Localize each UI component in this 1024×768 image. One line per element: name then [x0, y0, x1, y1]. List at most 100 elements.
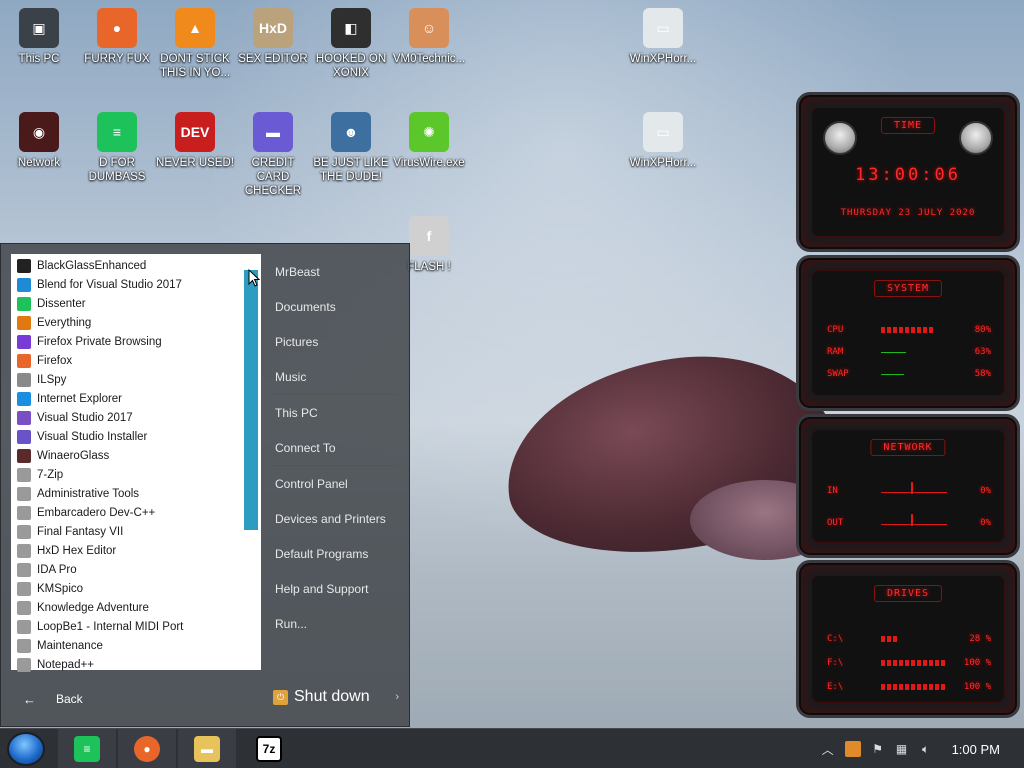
program-label: Dissenter: [37, 297, 86, 310]
desktop-icon[interactable]: ▭ WinXPHorr...: [624, 8, 702, 66]
flag-icon[interactable]: ⚑: [867, 738, 889, 760]
desktop-icon[interactable]: ≡ D FOR DUMBASS: [78, 112, 156, 184]
program-list: BlackGlassEnhanced Blend for Visual Studi…: [11, 254, 261, 672]
program-list-item[interactable]: LoopBe1 - Internal MIDI Port: [11, 617, 261, 636]
program-label: Administrative Tools: [37, 487, 140, 500]
taskbar-file-explorer[interactable]: ▬: [178, 729, 236, 768]
program-label: Firefox: [37, 354, 73, 367]
start-menu-place-item[interactable]: Documents: [265, 289, 405, 324]
desktop-icon[interactable]: ◧ HOOKED ON XONIX: [312, 8, 390, 80]
program-list-item[interactable]: Internet Explorer: [11, 389, 261, 408]
desktop-icon-label: HOOKED ON XONIX: [315, 53, 387, 79]
program-icon: [17, 258, 31, 273]
program-list-item[interactable]: Firefox: [11, 351, 261, 370]
taskbar-clock[interactable]: 1:00 PM: [952, 742, 1000, 757]
program-list-item[interactable]: BlackGlassEnhanced: [11, 256, 261, 275]
program-list-scrollbar[interactable]: [244, 270, 258, 530]
meter-track: [881, 636, 947, 642]
drives-meter-row: E:\ 100 %: [827, 681, 991, 693]
meter-fill: [881, 684, 947, 690]
meter-label: RAM: [827, 347, 844, 357]
meter-fill: [881, 349, 907, 353]
desktop-icon-image: f: [409, 216, 449, 256]
desktop-icon-label: WinXPHorr...: [629, 157, 697, 169]
arrow-left-icon: ←: [23, 691, 36, 707]
program-list-item[interactable]: Dissenter: [11, 294, 261, 313]
taskbar-dissenter[interactable]: ≡: [58, 729, 116, 768]
desktop-icon[interactable]: ● FURRY FUX: [78, 8, 156, 66]
desktop-icon-label: DONT STICK THIS IN YO...: [159, 53, 231, 79]
program-list-item[interactable]: Notepad++: [11, 655, 261, 674]
desktop-icon-image: ≡: [97, 112, 137, 152]
meter-track: [881, 660, 947, 666]
taskbar-firefox[interactable]: ●: [118, 729, 176, 768]
program-icon: [17, 486, 31, 501]
start-menu-place-item[interactable]: Connect To: [265, 430, 405, 465]
back-button[interactable]: ← Back: [11, 679, 261, 719]
desktop-icon[interactable]: ✺ VirusWire.exe: [390, 112, 468, 170]
desktop-icon-image: ▣: [19, 8, 59, 48]
desktop-icon[interactable]: ▭ WinXPHorr...: [624, 112, 702, 170]
program-list-item[interactable]: KMSpico: [11, 579, 261, 598]
desktop-icon[interactable]: HxD SEX EDITOR: [234, 8, 312, 66]
chevron-right-icon[interactable]: ›: [395, 691, 399, 703]
program-label: IDA Pro: [37, 563, 77, 576]
desktop-icon[interactable]: ◉ Network: [0, 112, 78, 170]
program-icon: [17, 429, 31, 444]
start-menu-place-item[interactable]: This PC: [265, 395, 405, 430]
tray-app-icon[interactable]: [844, 741, 861, 757]
program-list-item[interactable]: Everything: [11, 313, 261, 332]
speaker-icon[interactable]: 🔈︎: [915, 738, 937, 760]
desktop-icon[interactable]: ☻ BE JUST LIKE THE DUDE!: [312, 112, 390, 184]
start-menu-place-item[interactable]: Control Panel: [265, 466, 405, 501]
desktop-icon[interactable]: ▣ This PC: [0, 8, 78, 66]
program-label: LoopBe1 - Internal MIDI Port: [37, 620, 184, 633]
program-list-item[interactable]: Final Fantasy VII: [11, 522, 261, 541]
firefox-icon: ●: [134, 736, 160, 762]
program-label: Maintenance: [37, 639, 103, 652]
desktop-icon-label: SEX EDITOR: [238, 53, 308, 65]
program-label: Embarcadero Dev-C++: [37, 506, 156, 519]
start-menu-place-item[interactable]: MrBeast: [265, 254, 405, 289]
program-list-item[interactable]: ILSpy: [11, 370, 261, 389]
program-list-item[interactable]: Knowledge Adventure: [11, 598, 261, 617]
desktop-icon[interactable]: DEV NEVER USED!: [156, 112, 234, 170]
chevron-up-icon[interactable]: ︿: [817, 738, 839, 760]
start-menu-place-item[interactable]: Pictures: [265, 324, 405, 359]
start-button[interactable]: [7, 732, 45, 766]
start-menu-place-item[interactable]: Help and Support: [265, 571, 405, 606]
program-list-item[interactable]: 7-Zip: [11, 465, 261, 484]
program-icon: [17, 410, 31, 425]
start-menu-place-item[interactable]: Default Programs: [265, 536, 405, 571]
program-list-item[interactable]: Firefox Private Browsing: [11, 332, 261, 351]
desktop-icon[interactable]: ☺ VM0Technic...: [390, 8, 468, 66]
taskbar-7zip[interactable]: 7z: [240, 729, 298, 768]
shutdown-button[interactable]: ⏻ Shut down ›: [273, 682, 405, 712]
start-menu-place-item[interactable]: Music: [265, 359, 405, 394]
desktop-icon[interactable]: ▲ DONT STICK THIS IN YO...: [156, 8, 234, 80]
drives-gadget: DRIVES C:\ 28 % F:\ 100 % E:\ 100 %: [796, 560, 1020, 718]
network-icon[interactable]: ▦: [891, 738, 913, 760]
desktop-icon-label: NEVER USED!: [156, 157, 234, 169]
desktop-icon[interactable]: ▬ CREDIT CARD CHECKER: [234, 112, 312, 198]
system-meter-row: CPU 80%: [827, 324, 991, 336]
meter-track: [881, 514, 947, 526]
program-list-item[interactable]: WinaeroGlass: [11, 446, 261, 465]
time-gadget: TIME 13:00:06 THURSDAY 23 JULY 2020: [796, 92, 1020, 252]
program-list-item[interactable]: Blend for Visual Studio 2017: [11, 275, 261, 294]
program-list-item[interactable]: IDA Pro: [11, 560, 261, 579]
program-icon: [17, 315, 31, 330]
program-list-item[interactable]: Embarcadero Dev-C++: [11, 503, 261, 522]
program-list-item[interactable]: HxD Hex Editor: [11, 541, 261, 560]
start-menu-place-item[interactable]: Run...: [265, 606, 405, 641]
desktop-icon-label: VM0Technic...: [392, 53, 466, 65]
shutdown-label: Shut down: [294, 688, 370, 705]
program-label: KMSpico: [37, 582, 84, 595]
program-list-item[interactable]: Visual Studio 2017: [11, 408, 261, 427]
program-list-item[interactable]: Visual Studio Installer: [11, 427, 261, 446]
folder-icon: ▬: [194, 736, 220, 762]
program-list-item[interactable]: Maintenance: [11, 636, 261, 655]
shutdown-icon: ⏻: [273, 689, 288, 705]
program-list-item[interactable]: Administrative Tools: [11, 484, 261, 503]
start-menu-place-item[interactable]: Devices and Printers: [265, 501, 405, 536]
